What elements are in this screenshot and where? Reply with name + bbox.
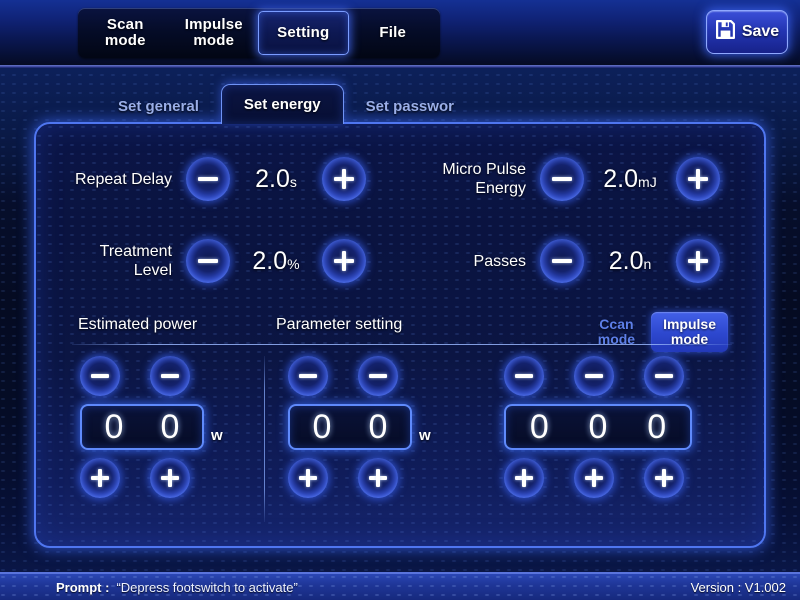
decrement-button-row xyxy=(504,356,684,396)
increment-button-row xyxy=(504,458,684,498)
subtab-set-general[interactable]: Set general xyxy=(96,88,221,124)
status-footer-bar: Prompt : “Depress footswitch to activate… xyxy=(0,572,800,600)
parameter-setting-label: Parameter setting xyxy=(276,316,403,333)
tab-file[interactable]: File xyxy=(349,11,438,55)
parameter-label: Repeat Delay xyxy=(75,170,172,188)
treatment-level-value: 2.0% xyxy=(252,246,300,275)
treatment-level-increment-button[interactable] xyxy=(322,239,366,283)
parameter-micro-pulse-energy: Micro Pulse Energy 2.0mJ xyxy=(400,146,764,212)
parameter-label: Passes xyxy=(473,252,526,270)
parameter-passes: Passes 2.0n xyxy=(400,228,764,294)
treatment-level-decrement-button[interactable] xyxy=(186,239,230,283)
repeat-delay-increment-button[interactable] xyxy=(322,157,366,201)
estimated-power-display[interactable]: 0 0 xyxy=(80,404,204,450)
save-button-label: Save xyxy=(741,23,780,40)
device-screen: Scan mode Impulse mode Setting File Save… xyxy=(0,0,800,600)
impulse-setting-digit-2-decrement-button[interactable] xyxy=(644,356,684,396)
tab-setting[interactable]: Setting xyxy=(258,11,349,55)
display-row: 0 0 w xyxy=(288,404,431,450)
impulse-setting-digit-0-decrement-button[interactable] xyxy=(504,356,544,396)
passes-value: 2.0n xyxy=(608,246,652,275)
floppy-disk-icon xyxy=(715,19,736,45)
prompt-label: Prompt : xyxy=(56,579,110,595)
repeat-delay-decrement-button[interactable] xyxy=(186,157,230,201)
digit: 0 xyxy=(647,408,667,446)
impulse-setting-digit-1-increment-button[interactable] xyxy=(574,458,614,498)
micro-pulse-energy-value: 2.0mJ xyxy=(603,164,657,193)
mode-button-impulse[interactable]: Impulse mode xyxy=(651,312,728,352)
estimated-power-digit-1-increment-button[interactable] xyxy=(150,458,190,498)
subtab-set-password[interactable]: Set passwor xyxy=(344,88,476,124)
top-header-bar: Scan mode Impulse mode Setting File Save xyxy=(0,0,800,68)
digit: 0 xyxy=(368,408,388,446)
micro-pulse-energy-increment-button[interactable] xyxy=(676,157,720,201)
estimated-power-unit: w xyxy=(211,427,223,444)
digit-group-container: 0 0 w 0 0 w 0 0 0 xyxy=(36,356,764,526)
estimated-power-label: Estimated power xyxy=(78,316,198,333)
horizontal-divider xyxy=(72,344,732,345)
parameter-label: Micro Pulse Energy xyxy=(442,161,526,197)
display-row: 0 0 0 xyxy=(504,404,692,450)
prompt-message: Prompt : “Depress footswitch to activate… xyxy=(56,580,298,595)
tab-scan-mode[interactable]: Scan mode xyxy=(81,11,170,55)
digit: 0 xyxy=(104,408,124,446)
estimated-power-digit-0-decrement-button[interactable] xyxy=(80,356,120,396)
passes-decrement-button[interactable] xyxy=(540,239,584,283)
decrement-button-row xyxy=(288,356,398,396)
mode-button-ccan[interactable]: Ccan mode xyxy=(592,313,641,351)
parameter-setting-digit-0-decrement-button[interactable] xyxy=(288,356,328,396)
parameter-setting-unit: w xyxy=(419,427,431,444)
digit-group-impulse-setting: 0 0 0 xyxy=(504,356,692,498)
mode-toggle-group: Ccan mode Impulse mode xyxy=(592,312,728,352)
main-tab-bar: Scan mode Impulse mode Setting File xyxy=(78,8,440,58)
estimated-power-digit-1-decrement-button[interactable] xyxy=(150,356,190,396)
set-energy-panel: Repeat Delay 2.0s Micro Pulse Energy 2.0… xyxy=(34,122,766,548)
tab-impulse-mode[interactable]: Impulse mode xyxy=(170,11,259,55)
increment-button-row xyxy=(80,458,190,498)
save-button[interactable]: Save xyxy=(706,10,788,54)
parameter-treatment-level: Treatment Level 2.0% xyxy=(36,228,400,294)
parameter-setting-digit-0-increment-button[interactable] xyxy=(288,458,328,498)
parameter-label: Treatment Level xyxy=(99,243,172,279)
digit: 0 xyxy=(160,408,180,446)
impulse-setting-digit-1-decrement-button[interactable] xyxy=(574,356,614,396)
estimated-power-digit-0-increment-button[interactable] xyxy=(80,458,120,498)
parameter-setting-digit-1-increment-button[interactable] xyxy=(358,458,398,498)
display-row: 0 0 w xyxy=(80,404,223,450)
parameter-grid: Repeat Delay 2.0s Micro Pulse Energy 2.0… xyxy=(36,146,764,294)
version-label: Version : V1.002 xyxy=(690,579,786,595)
micro-pulse-energy-decrement-button[interactable] xyxy=(540,157,584,201)
passes-increment-button[interactable] xyxy=(676,239,720,283)
prompt-text: “Depress footswitch to activate” xyxy=(116,579,298,595)
section-header-row: Estimated power Parameter setting Ccan m… xyxy=(36,312,764,352)
settings-subtab-bar: Set general Set energy Set passwor xyxy=(96,84,476,124)
subtab-set-energy[interactable]: Set energy xyxy=(220,84,344,124)
parameter-repeat-delay: Repeat Delay 2.0s xyxy=(36,146,400,212)
parameter-setting-digit-1-decrement-button[interactable] xyxy=(358,356,398,396)
digit-group-parameter-setting: 0 0 w xyxy=(288,356,431,498)
impulse-setting-display[interactable]: 0 0 0 xyxy=(504,404,692,450)
digit: 0 xyxy=(588,408,608,446)
digit: 0 xyxy=(529,408,549,446)
impulse-setting-digit-2-increment-button[interactable] xyxy=(644,458,684,498)
parameter-setting-display[interactable]: 0 0 xyxy=(288,404,412,450)
increment-button-row xyxy=(288,458,398,498)
impulse-setting-digit-0-increment-button[interactable] xyxy=(504,458,544,498)
digit-group-estimated-power: 0 0 w xyxy=(80,356,223,498)
decrement-button-row xyxy=(80,356,190,396)
digit: 0 xyxy=(312,408,332,446)
repeat-delay-value: 2.0s xyxy=(255,164,297,193)
